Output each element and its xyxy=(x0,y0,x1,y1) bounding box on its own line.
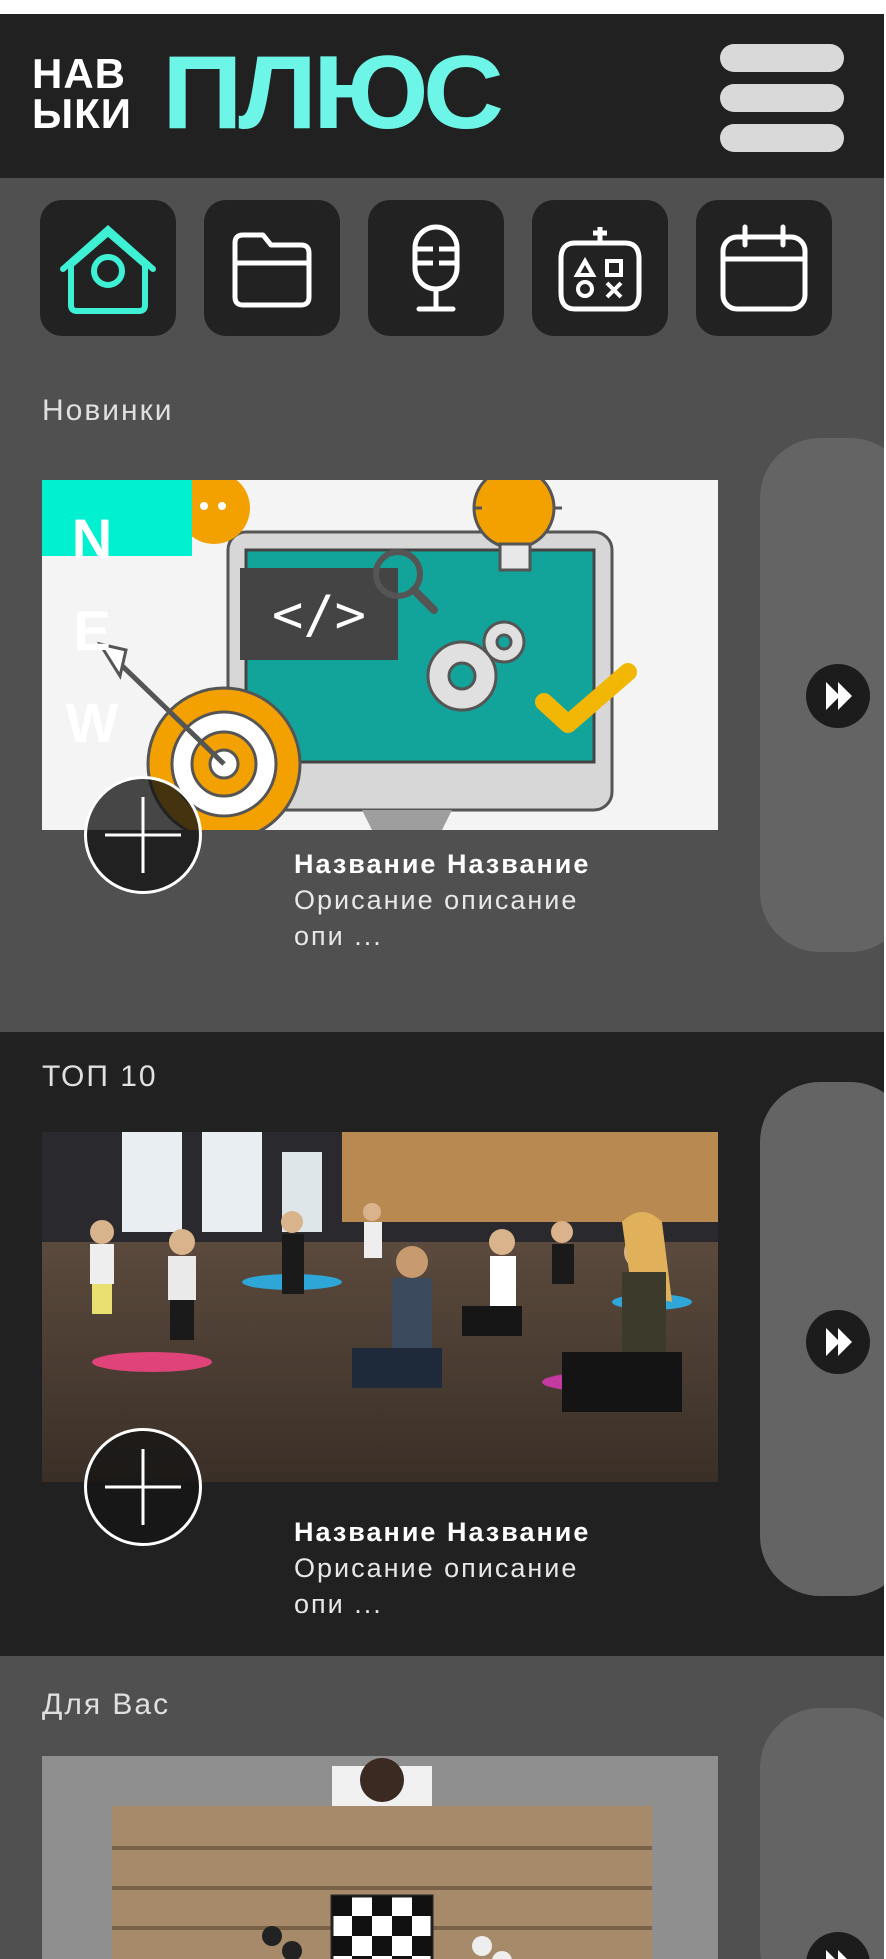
category-games-button[interactable] xyxy=(532,200,668,336)
gamepad-icon xyxy=(558,227,642,312)
card-title: Название Название xyxy=(294,849,591,879)
card-title: Название Название xyxy=(294,1517,591,1547)
microphone-icon xyxy=(412,224,460,312)
logo-big-text: ПЛЮС xyxy=(162,35,504,151)
svg-text:W: W xyxy=(66,691,119,754)
svg-text:</>: </> xyxy=(272,585,366,645)
double-chevron-right-icon xyxy=(826,682,852,710)
app-header: НАВ ЫКИ ПЛЮС xyxy=(0,14,884,178)
svg-text:N: N xyxy=(72,507,112,570)
svg-text:E: E xyxy=(73,599,110,662)
add-to-favorites-button[interactable] xyxy=(84,776,202,894)
card-image-for-you[interactable] xyxy=(42,1756,718,1959)
category-calendar-button[interactable] xyxy=(696,200,832,336)
calendar-icon xyxy=(720,224,808,312)
next-arrow-button[interactable] xyxy=(806,664,870,728)
double-chevron-right-icon xyxy=(826,1328,852,1356)
next-card-preview[interactable] xyxy=(760,1708,884,1959)
card-text-top10[interactable]: Название Название Орисание описание опи … xyxy=(294,1514,714,1622)
category-home-button[interactable] xyxy=(40,200,176,336)
card-text-new[interactable]: Название Название Орисание описание опи … xyxy=(294,846,714,954)
app-screen: НАВ ЫКИ ПЛЮС Новинки </> N E W Название … xyxy=(0,14,884,1959)
category-bar xyxy=(40,200,840,336)
next-arrow-button[interactable] xyxy=(806,1310,870,1374)
add-to-favorites-button[interactable] xyxy=(84,1428,202,1546)
hamburger-menu-icon[interactable] xyxy=(720,44,844,154)
card-description-line-2: опи ... xyxy=(294,1589,383,1619)
section-title-top10: ТОП 10 xyxy=(42,1060,158,1093)
home-icon xyxy=(60,224,156,314)
chess-game-photo-image xyxy=(42,1756,718,1959)
card-description-line-2: опи ... xyxy=(294,921,383,951)
plus-icon xyxy=(105,797,181,873)
card-description-line-1: Орисание описание xyxy=(294,1553,579,1583)
category-podcast-button[interactable] xyxy=(368,200,504,336)
double-chevron-right-icon xyxy=(826,1950,847,1959)
category-folder-button[interactable] xyxy=(204,200,340,336)
logo-small-text: НАВ ЫКИ xyxy=(32,50,132,137)
next-arrow-button[interactable] xyxy=(806,1932,870,1959)
card-description-line-1: Орисание описание xyxy=(294,885,579,915)
folder-icon xyxy=(232,232,312,308)
section-title-for-you: Для Вас xyxy=(42,1688,171,1721)
section-title-new: Новинки xyxy=(42,394,174,427)
plus-icon xyxy=(105,1449,181,1525)
